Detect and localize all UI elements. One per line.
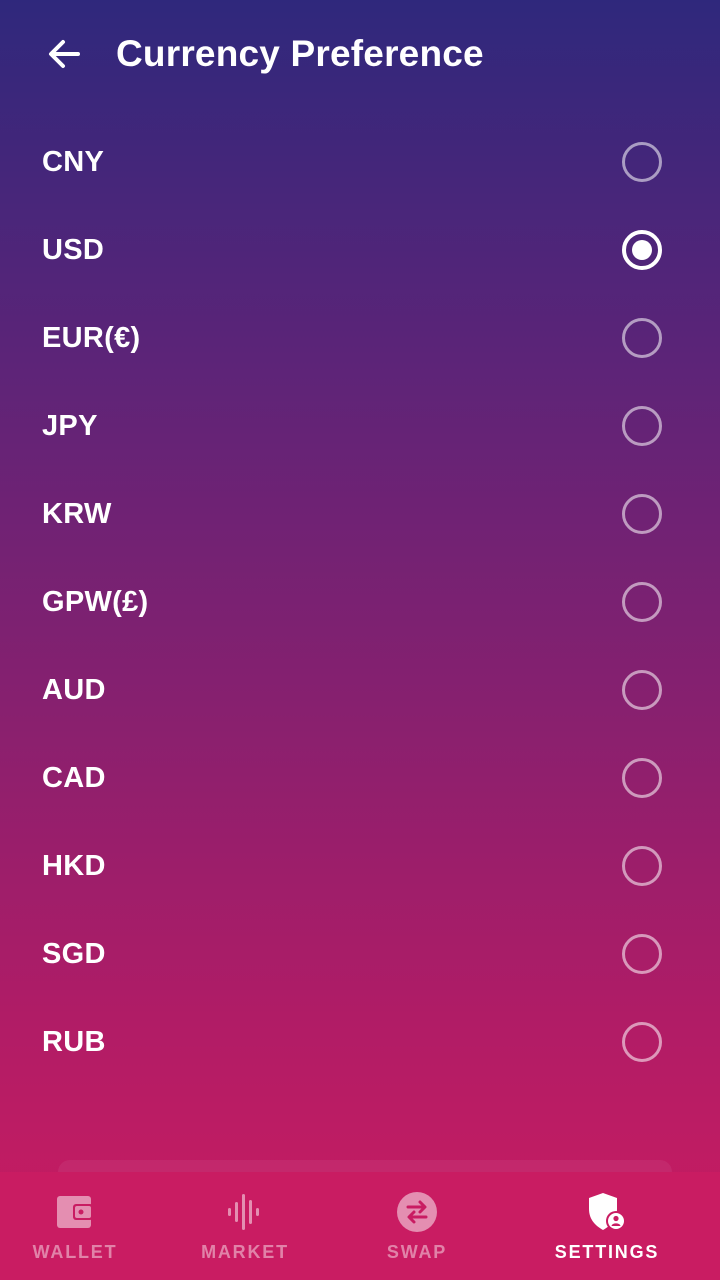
radio-button-selected[interactable] [622,230,662,270]
currency-option-jpy[interactable]: JPY [0,382,720,470]
nav-label: MARKET [201,1242,289,1262]
nav-market[interactable]: MARKET [150,1172,340,1280]
currency-option-cny[interactable]: CNY [0,118,720,206]
radio-button[interactable] [622,406,662,446]
currency-option-gpw[interactable]: GPW(£) [0,558,720,646]
currency-label: HKD [42,849,106,882]
back-button[interactable] [40,30,88,78]
currency-option-hkd[interactable]: HKD [0,822,720,910]
bottom-nav: WALLET MARKET SWAP SETTINGS [0,1172,720,1280]
currency-option-sgd[interactable]: SGD [0,910,720,998]
radio-button[interactable] [622,494,662,534]
currency-label: SGD [42,937,106,970]
radio-button[interactable] [622,142,662,182]
radio-button[interactable] [622,1022,662,1062]
nav-label: SETTINGS [554,1242,660,1262]
radio-button[interactable] [622,318,662,358]
currency-label: CNY [42,145,105,178]
radio-button[interactable] [622,934,662,974]
page-title: Currency Preference [116,33,484,74]
radio-button[interactable] [622,670,662,710]
swap-icon [397,1192,437,1232]
shield-user-icon [587,1192,627,1232]
currency-option-aud[interactable]: AUD [0,646,720,734]
currency-label: JPY [42,409,98,442]
currency-label: RUB [42,1025,106,1058]
currency-option-cad[interactable]: CAD [0,734,720,822]
radio-button[interactable] [622,846,662,886]
wallet-icon [55,1192,95,1232]
arrow-left-icon [49,40,80,68]
radio-button[interactable] [622,582,662,622]
currency-option-usd[interactable]: USD [0,206,720,294]
nav-settings[interactable]: SETTINGS [494,1172,720,1280]
currency-label: EUR(€) [42,321,141,354]
nav-wallet[interactable]: WALLET [0,1172,150,1280]
currency-label: KRW [42,497,112,530]
waveform-icon [225,1192,265,1232]
radio-button[interactable] [622,758,662,798]
currency-option-rub[interactable]: RUB [0,998,720,1086]
currency-label: AUD [42,673,106,706]
currency-label: USD [42,233,105,266]
currency-label: GPW(£) [42,585,149,618]
currency-label: CAD [42,761,106,794]
currency-option-eur[interactable]: EUR(€) [0,294,720,382]
currency-option-krw[interactable]: KRW [0,470,720,558]
nav-label: SWAP [386,1242,448,1262]
currency-list: CNY USD EUR(€) JPY KRW GPW(£) AUD CAD HK… [0,118,720,1086]
nav-label: WALLET [32,1242,118,1262]
nav-swap[interactable]: SWAP [340,1172,494,1280]
app-header: Currency Preference [0,0,720,108]
